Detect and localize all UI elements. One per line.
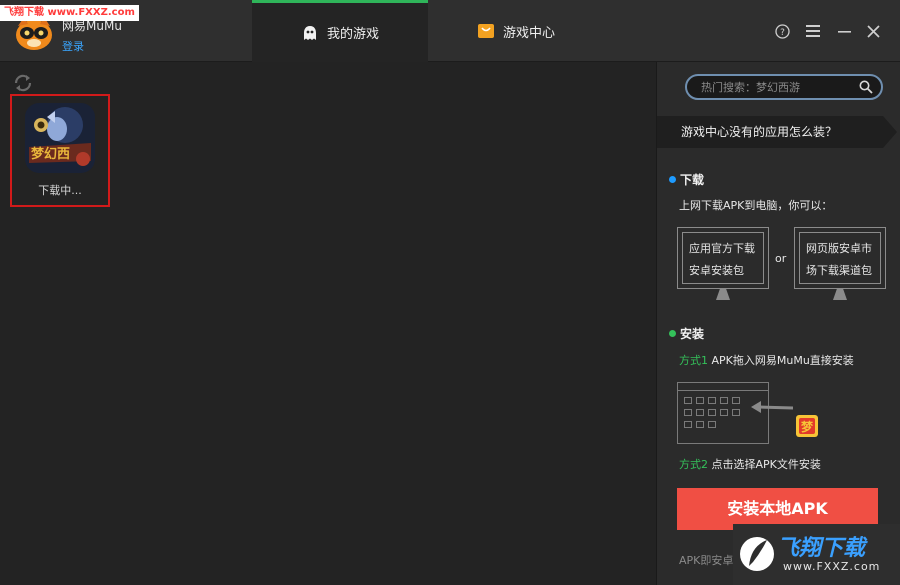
search-icon[interactable] bbox=[859, 80, 873, 94]
site-logo-watermark: 飞翔下载 www.FXXZ.com bbox=[733, 524, 900, 585]
search-box bbox=[685, 74, 883, 100]
close-icon[interactable] bbox=[865, 23, 881, 39]
monitor-stand-icon bbox=[716, 288, 730, 300]
tab-label: 我的游戏 bbox=[326, 27, 379, 42]
menu-icon[interactable] bbox=[805, 23, 821, 39]
monitor-line: 场下载渠道包 bbox=[806, 264, 872, 277]
monitor-line: 网页版安卓市 bbox=[806, 242, 872, 255]
apk-footnote: APK即安卓 bbox=[679, 554, 734, 567]
install-method-1: 方式1 APK拖入网易MuMu直接安装 bbox=[679, 352, 854, 368]
blue-dot-icon bbox=[669, 176, 676, 183]
install-title: 安装 bbox=[680, 327, 705, 341]
my-games-area: 梦幻西 下载中... bbox=[0, 62, 656, 585]
site-watermark: 飞翔下载 www.FXXZ.com bbox=[0, 5, 139, 21]
feather-logo-icon bbox=[740, 537, 774, 571]
minimize-icon[interactable] bbox=[836, 23, 852, 39]
monitor-stand-icon bbox=[833, 288, 847, 300]
download-title: 下载 bbox=[680, 173, 705, 187]
install-method-2: 方式2 点击选择APK文件安装 bbox=[679, 456, 821, 472]
tab-label: 游戏中心 bbox=[502, 25, 555, 41]
download-section-title: 下载 bbox=[669, 171, 704, 188]
ghost-icon bbox=[303, 25, 316, 40]
logo-url: www.FXXZ.com bbox=[783, 560, 881, 573]
or-label: or bbox=[775, 252, 787, 265]
method-text: 点击选择APK文件安装 bbox=[708, 458, 821, 471]
method-prefix: 方式1 bbox=[679, 354, 708, 367]
title-bar: 飞翔下载 www.FXXZ.com 网易MuMu 登录 我的游戏 游戏中心 ? bbox=[0, 0, 900, 62]
monitor-line: 应用官方下载 bbox=[689, 242, 755, 255]
tab-my-games[interactable]: 我的游戏 bbox=[252, 0, 428, 62]
drag-arrow-icon bbox=[751, 401, 793, 413]
refresh-icon[interactable] bbox=[12, 72, 34, 94]
download-description: 上网下载APK到电脑，你可以： bbox=[679, 199, 833, 212]
logo-title: 飞翔下载 bbox=[777, 536, 866, 561]
official-download-monitor: 应用官方下载 安卓安装包 bbox=[677, 227, 769, 300]
game-card[interactable]: 梦幻西 下载中... bbox=[10, 94, 110, 207]
shopping-bag-icon bbox=[477, 24, 494, 38]
login-link[interactable]: 登录 bbox=[62, 38, 84, 54]
game-thumbnail: 梦幻西 bbox=[25, 103, 95, 173]
svg-text:梦幻西: 梦幻西 bbox=[31, 146, 70, 162]
method-prefix: 方式2 bbox=[679, 458, 708, 471]
svg-text:?: ? bbox=[780, 28, 785, 38]
monitor-line: 安卓安装包 bbox=[689, 264, 744, 277]
apk-file-icon: 梦 bbox=[796, 415, 818, 437]
green-dot-icon bbox=[669, 330, 676, 337]
svg-text:梦: 梦 bbox=[801, 419, 814, 434]
search-input[interactable] bbox=[701, 78, 851, 96]
install-question-banner: 游戏中心没有的应用怎么装？ bbox=[657, 116, 897, 148]
tab-game-center[interactable]: 游戏中心 bbox=[428, 0, 604, 62]
right-panel: 游戏中心没有的应用怎么装？ 下载 上网下载APK到电脑，你可以： 应用官方下载 … bbox=[656, 62, 900, 585]
help-icon[interactable]: ? bbox=[774, 23, 790, 39]
market-download-monitor: 网页版安卓市 场下载渠道包 bbox=[794, 227, 886, 300]
method-text: APK拖入网易MuMu直接安装 bbox=[708, 354, 854, 367]
install-section-title: 安装 bbox=[669, 325, 704, 342]
game-label: 下载中... bbox=[38, 184, 82, 197]
